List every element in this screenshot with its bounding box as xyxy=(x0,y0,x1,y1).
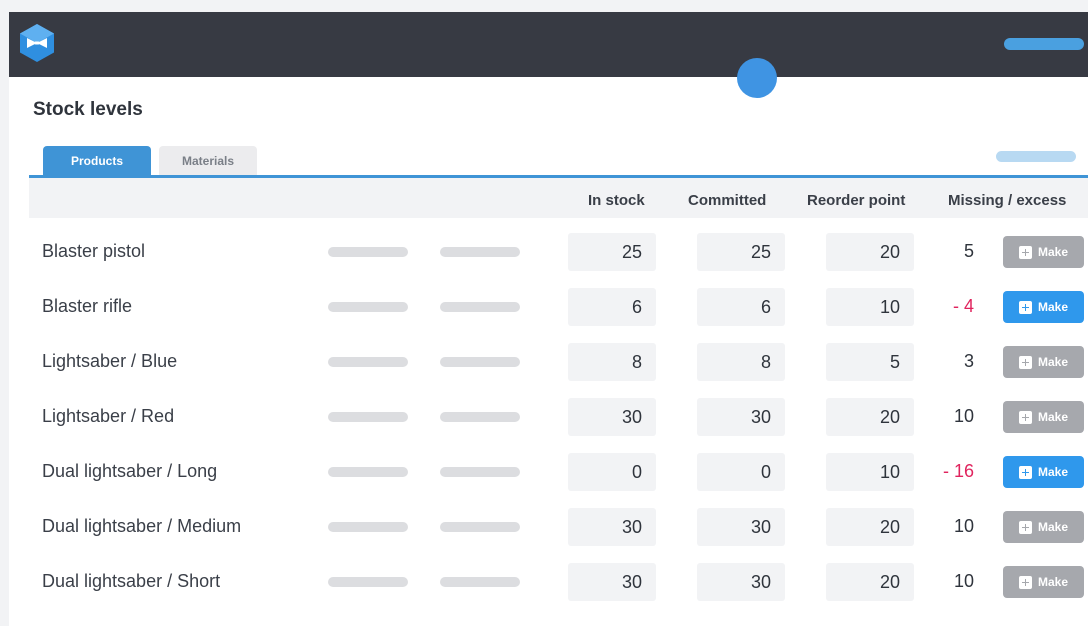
in-stock-value: 25 xyxy=(568,233,656,271)
plus-icon xyxy=(1018,245,1032,259)
plus-icon xyxy=(1018,410,1032,424)
placeholder-bar xyxy=(328,522,408,532)
in-stock-value: 8 xyxy=(568,343,656,381)
reorder-point-value: 20 xyxy=(826,563,914,601)
product-name[interactable]: Lightsaber / Red xyxy=(42,406,174,427)
placeholder-bar xyxy=(328,302,408,312)
column-header-reorder-point[interactable]: Reorder point xyxy=(807,192,905,209)
table-row: Dual lightsaber / Medium 30 30 20 10 Mak… xyxy=(9,502,1088,557)
make-label: Make xyxy=(1037,355,1069,369)
in-stock-value: 30 xyxy=(568,398,656,436)
committed-value: 25 xyxy=(697,233,785,271)
table-row: Blaster rifle 6 6 10 - 4 Make xyxy=(9,282,1088,337)
table-row: Dual lightsaber / Short 30 30 20 10 Make xyxy=(9,557,1088,612)
make-button[interactable]: Make xyxy=(1003,511,1084,543)
avatar[interactable] xyxy=(737,58,777,98)
plus-icon xyxy=(1018,465,1032,479)
make-label: Make xyxy=(1037,520,1069,534)
toolbar-placeholder[interactable] xyxy=(996,151,1076,162)
table-row: Dual lightsaber / Long 0 0 10 - 16 Make xyxy=(9,447,1088,502)
table-row: Blaster pistol 25 25 20 5 Make xyxy=(9,227,1088,282)
placeholder-bar xyxy=(440,357,520,367)
product-name[interactable]: Dual lightsaber / Short xyxy=(42,571,220,592)
reorder-point-value: 20 xyxy=(826,233,914,271)
tab-products[interactable]: Products xyxy=(43,146,151,176)
page-title: Stock levels xyxy=(33,99,143,120)
column-header-in-stock[interactable]: In stock xyxy=(588,192,645,209)
make-button[interactable]: Make xyxy=(1003,236,1084,268)
make-label: Make xyxy=(1037,300,1069,314)
in-stock-value: 30 xyxy=(568,508,656,546)
plus-icon xyxy=(1018,520,1032,534)
top-bar xyxy=(9,12,1088,77)
reorder-point-value: 20 xyxy=(826,398,914,436)
missing-excess-value: - 16 xyxy=(942,461,974,481)
reorder-point-value: 10 xyxy=(826,288,914,326)
in-stock-value: 30 xyxy=(568,563,656,601)
missing-excess-value: 5 xyxy=(963,241,974,261)
reorder-point-value: 20 xyxy=(826,508,914,546)
placeholder-bar xyxy=(328,247,408,257)
table-row: Lightsaber / Blue 8 8 5 3 Make xyxy=(9,337,1088,392)
plus-icon xyxy=(1018,575,1032,589)
committed-value: 30 xyxy=(697,563,785,601)
placeholder-bar xyxy=(328,467,408,477)
product-name[interactable]: Blaster rifle xyxy=(42,296,132,317)
placeholder-bar xyxy=(440,467,520,477)
placeholder-bar xyxy=(440,522,520,532)
placeholder-bar xyxy=(440,412,520,422)
placeholder-bar xyxy=(440,302,520,312)
missing-excess-value: - 4 xyxy=(952,296,974,316)
make-label: Make xyxy=(1037,465,1069,479)
make-button[interactable]: Make xyxy=(1003,401,1084,433)
plus-icon xyxy=(1018,300,1032,314)
make-button[interactable]: Make xyxy=(1003,291,1084,323)
reorder-point-value: 10 xyxy=(826,453,914,491)
app-window: Stock levels Products Materials In stock… xyxy=(9,12,1088,626)
committed-value: 30 xyxy=(697,508,785,546)
column-header-committed[interactable]: Committed xyxy=(688,192,766,209)
product-name[interactable]: Blaster pistol xyxy=(42,241,145,262)
table-header xyxy=(29,178,1088,218)
placeholder-bar xyxy=(440,247,520,257)
committed-value: 30 xyxy=(697,398,785,436)
make-button[interactable]: Make xyxy=(1003,566,1084,598)
committed-value: 6 xyxy=(697,288,785,326)
user-menu-placeholder[interactable] xyxy=(1004,38,1084,50)
product-name[interactable]: Dual lightsaber / Long xyxy=(42,461,217,482)
missing-excess-value: 10 xyxy=(953,516,974,536)
make-label: Make xyxy=(1037,245,1069,259)
missing-excess-value: 10 xyxy=(953,571,974,591)
placeholder-bar xyxy=(440,577,520,587)
tab-materials[interactable]: Materials xyxy=(159,146,257,176)
make-label: Make xyxy=(1037,575,1069,589)
column-header-missing-excess[interactable]: Missing / excess xyxy=(948,192,1066,209)
product-name[interactable]: Dual lightsaber / Medium xyxy=(42,516,241,537)
bow-tie-hexagon-icon[interactable] xyxy=(19,23,55,63)
missing-excess-value: 3 xyxy=(963,351,974,371)
placeholder-bar xyxy=(328,357,408,367)
plus-icon xyxy=(1018,355,1032,369)
missing-excess-value: 10 xyxy=(953,406,974,426)
table-row: Lightsaber / Red 30 30 20 10 Make xyxy=(9,392,1088,447)
reorder-point-value: 5 xyxy=(826,343,914,381)
committed-value: 0 xyxy=(697,453,785,491)
make-button[interactable]: Make xyxy=(1003,346,1084,378)
make-button[interactable]: Make xyxy=(1003,456,1084,488)
in-stock-value: 0 xyxy=(568,453,656,491)
make-label: Make xyxy=(1037,410,1069,424)
product-name[interactable]: Lightsaber / Blue xyxy=(42,351,177,372)
committed-value: 8 xyxy=(697,343,785,381)
placeholder-bar xyxy=(328,412,408,422)
placeholder-bar xyxy=(328,577,408,587)
in-stock-value: 6 xyxy=(568,288,656,326)
